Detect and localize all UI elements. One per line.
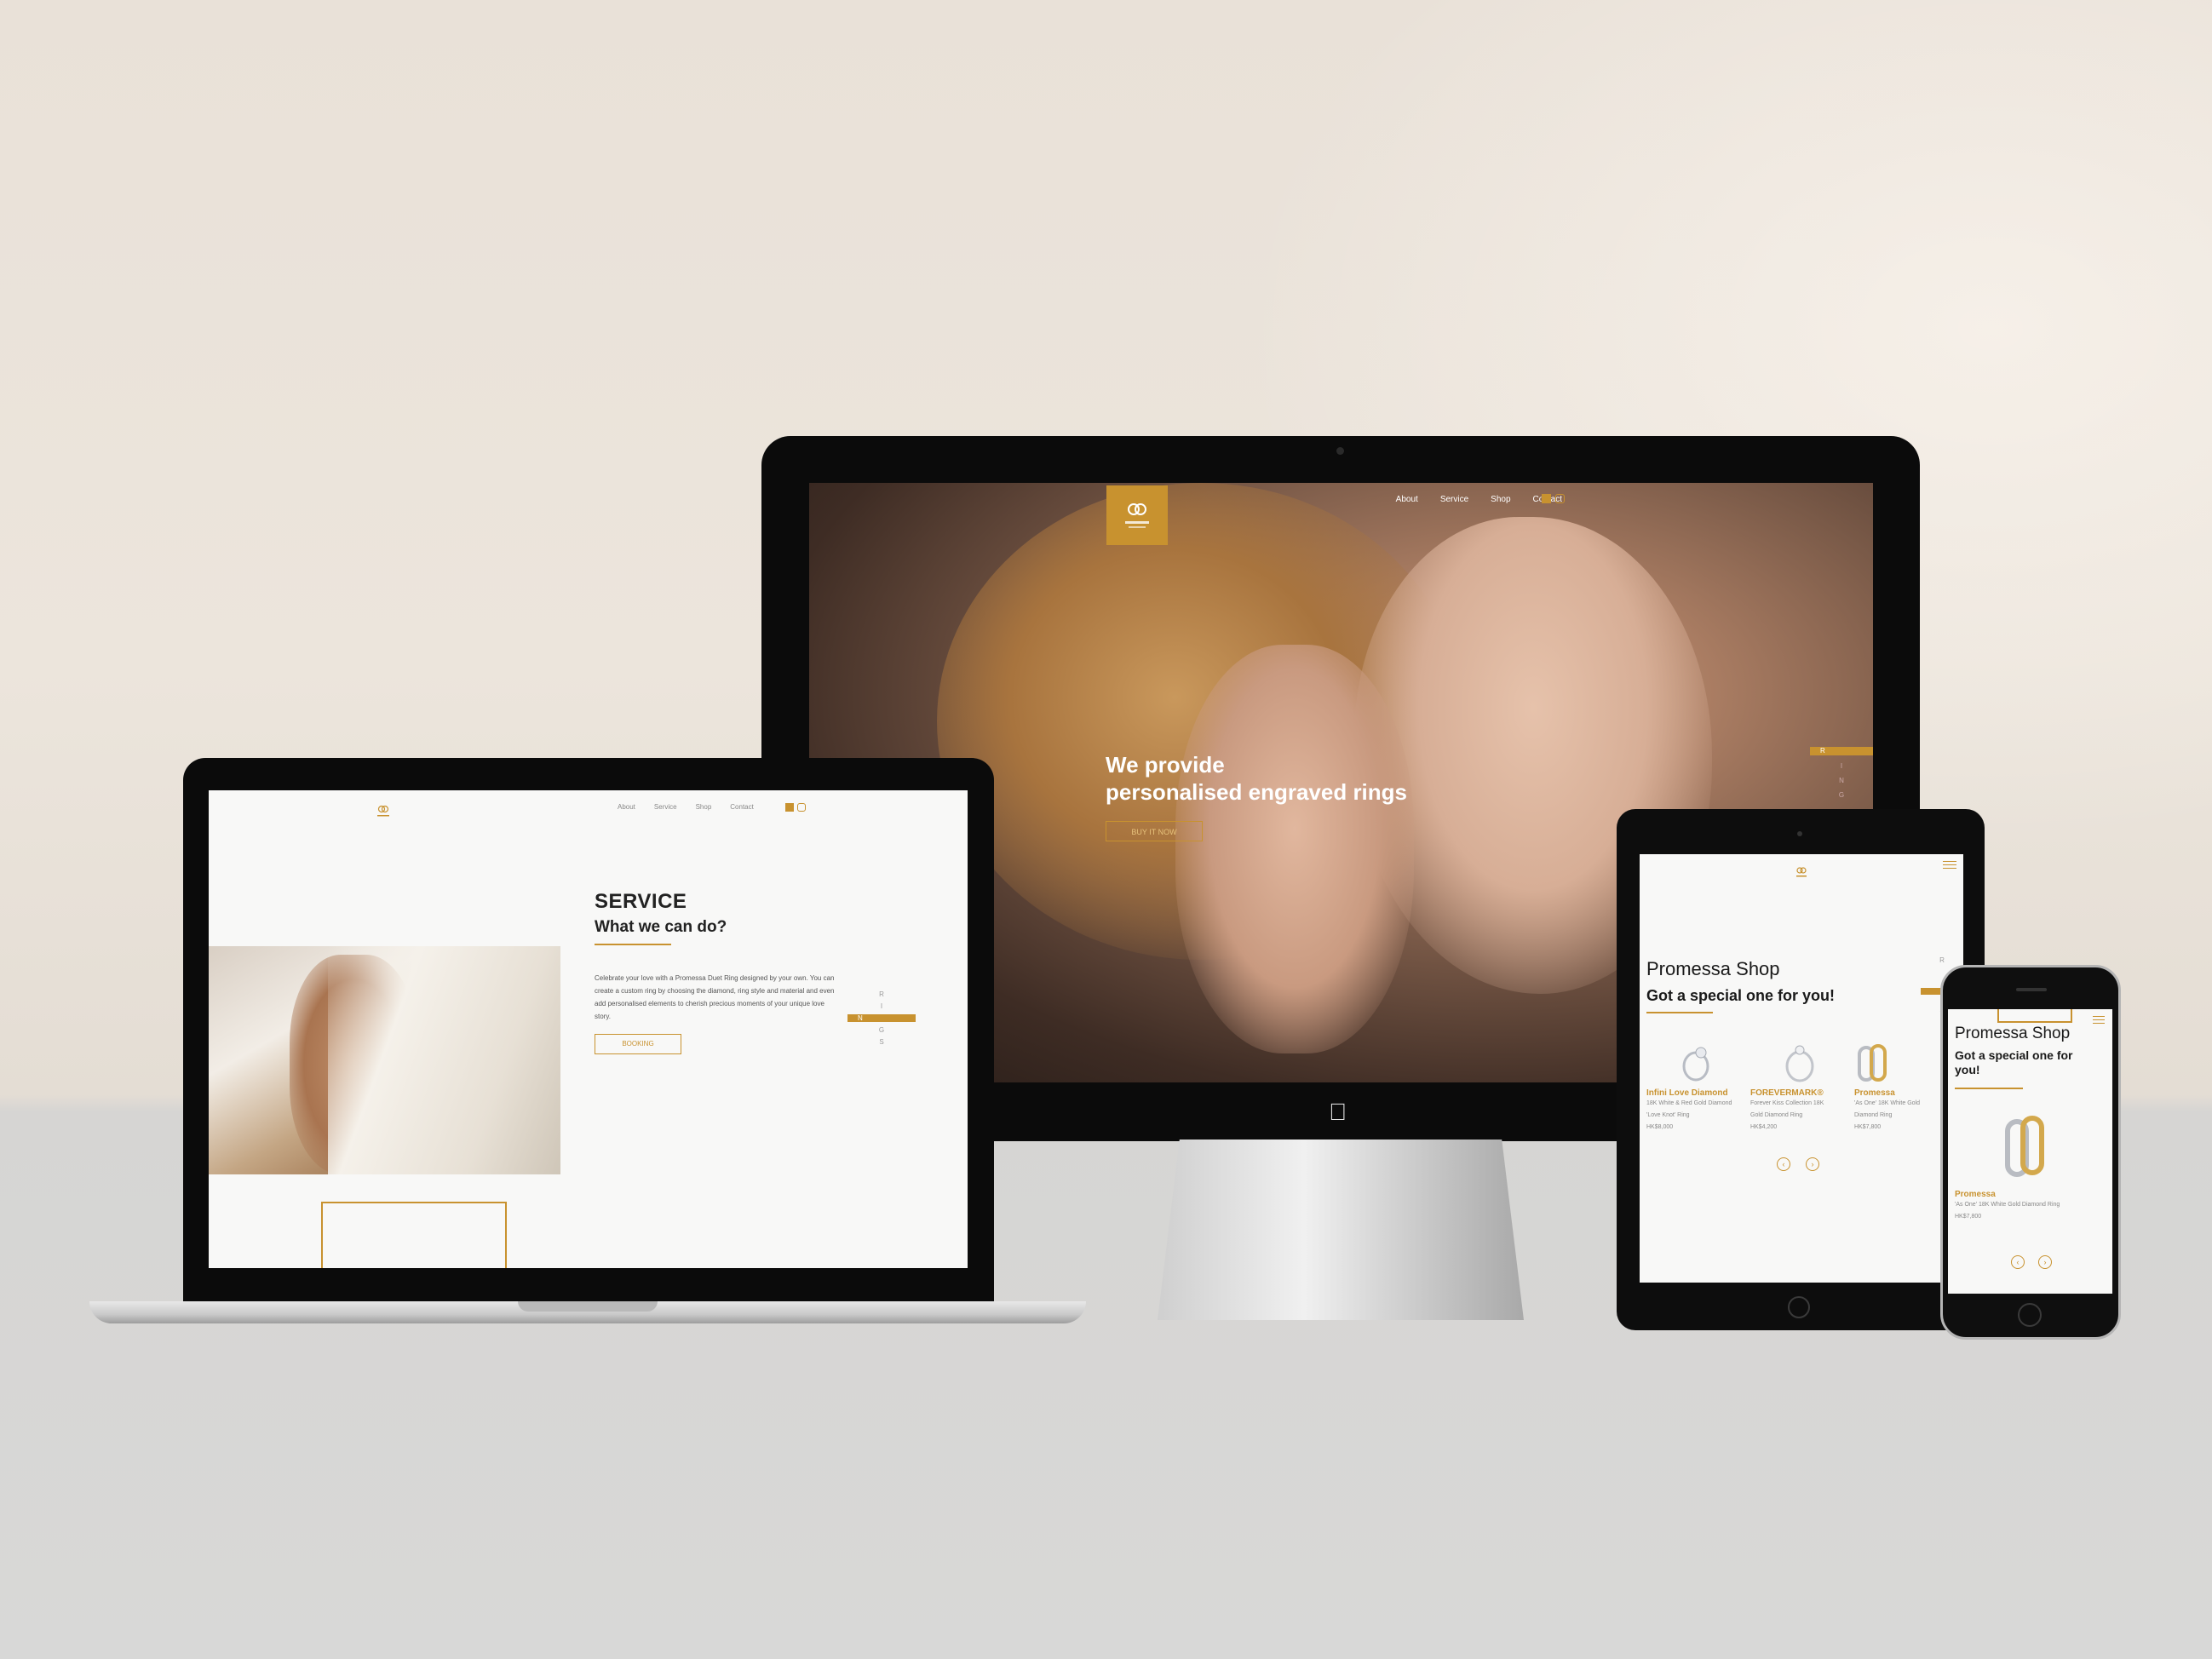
side-indicator-item[interactable]: S	[847, 1038, 916, 1046]
side-indicator-item[interactable]: G	[847, 1026, 916, 1034]
buy-it-now-button[interactable]: BUY IT NOW	[1106, 821, 1203, 841]
nav-about[interactable]: About	[1396, 495, 1418, 504]
side-indicator-item[interactable]: R	[1921, 956, 1963, 964]
instagram-icon[interactable]	[1555, 494, 1565, 503]
imac-side-indicator: R I N G	[1810, 747, 1873, 799]
nav-shop[interactable]: Shop	[696, 803, 712, 811]
ipad-home-button	[1788, 1296, 1810, 1318]
facebook-icon[interactable]	[785, 803, 794, 812]
gold-underline	[595, 944, 671, 945]
facebook-icon[interactable]	[1542, 494, 1551, 503]
product-desc: 'As One' 18K White Gold Diamond Ring	[1955, 1202, 2060, 1208]
macbook-notch	[518, 1301, 658, 1312]
side-indicator-active[interactable]: N	[847, 1014, 916, 1022]
carousel-next-arrow-icon[interactable]: ›	[1806, 1157, 1819, 1171]
product-name: Promessa	[1955, 1190, 1996, 1199]
ipad-screen: Promessa Shop Got a special one for you!…	[1640, 854, 1963, 1283]
gold-underline	[1646, 1012, 1713, 1013]
product-desc: Diamond Ring	[1854, 1112, 1893, 1118]
rings-logo-icon	[1125, 503, 1149, 528]
shop-subtitle: Got a special one for you!	[1955, 1048, 2073, 1076]
service-body-text: Celebrate your love with a Promessa Duet…	[595, 974, 835, 1020]
section-subtitle: What we can do?	[595, 918, 727, 936]
couple-rings-image	[1858, 1044, 1887, 1082]
couple-rings-image	[2005, 1116, 2044, 1177]
product-desc: 18K White & Red Gold Diamond	[1646, 1100, 1732, 1106]
logo-frame	[1997, 1009, 2072, 1023]
carousel-next-arrow-icon[interactable]: ›	[2038, 1255, 2052, 1269]
gold-underline	[1955, 1088, 2023, 1089]
side-indicator-item[interactable]: R	[847, 990, 916, 998]
ipad-camera	[1797, 831, 1802, 836]
hero-title-line2: personalised engraved rings	[1106, 779, 1408, 805]
imac-camera	[1336, 447, 1344, 455]
product-desc: Gold Diamond Ring	[1750, 1112, 1803, 1118]
macbook-side-indicator: R I N G S	[847, 990, 916, 1046]
carousel-prev-arrow-icon[interactable]: ‹	[1777, 1157, 1790, 1171]
hero-title-line1: We provide	[1106, 752, 1225, 778]
product-name: FOREVERMARK®	[1750, 1088, 1824, 1098]
shop-subtitle: Got a special one for you!	[1646, 987, 1836, 1004]
section-title: SERVICE	[595, 890, 687, 913]
next-section-frame	[321, 1202, 507, 1268]
nav-contact[interactable]: Contact	[730, 803, 754, 811]
product-price: HK$7,800	[1955, 1214, 1982, 1220]
product-name: Promessa	[1854, 1088, 1895, 1098]
side-indicator-item[interactable]: I	[847, 1002, 916, 1010]
service-photo	[209, 946, 560, 1174]
instagram-icon[interactable]	[797, 803, 806, 812]
macbook-screen: About Service Shop Contact SERVICE What …	[209, 790, 968, 1268]
rings-logo-icon	[1796, 867, 1807, 877]
macbook-nav: About Service Shop Contact	[618, 803, 754, 811]
booking-button[interactable]: BOOKING	[595, 1034, 681, 1054]
product-price: HK$4,200	[1750, 1124, 1778, 1130]
iphone-speaker	[2016, 988, 2047, 991]
shop-title: Promessa Shop	[1646, 958, 1780, 979]
product-price: HK$8,000	[1646, 1124, 1674, 1130]
product-card[interactable]: Promessa 'As One' 18K White Gold Diamond…	[1955, 1105, 2108, 1223]
side-indicator-item[interactable]: N	[1810, 777, 1873, 784]
carousel-prev-arrow-icon[interactable]: ‹	[2011, 1255, 2025, 1269]
product-price: HK$7,800	[1854, 1124, 1882, 1130]
nav-service[interactable]: Service	[654, 803, 677, 811]
nav-service[interactable]: Service	[1440, 495, 1468, 504]
side-indicator-item[interactable]: I	[1810, 762, 1873, 770]
hamburger-menu-icon[interactable]	[2093, 1016, 2105, 1024]
side-indicator-active[interactable]: R	[1810, 747, 1873, 755]
product-name: Infini Love Diamond	[1646, 1088, 1728, 1098]
brand-logo[interactable]	[1106, 485, 1168, 545]
product-card[interactable]: Promessa 'As One' 18K White Gold Diamond…	[1854, 1037, 1953, 1134]
side-indicator-item[interactable]: G	[1810, 791, 1873, 799]
iphone-home-button	[2018, 1303, 2042, 1327]
product-desc: Forever Kiss Collection 18K	[1750, 1100, 1824, 1106]
imac-nav: About Service Shop Contact	[1396, 495, 1562, 504]
product-desc: 'Love Knot' Ring	[1646, 1112, 1690, 1118]
nav-shop[interactable]: Shop	[1491, 495, 1510, 504]
nav-about[interactable]: About	[618, 803, 635, 811]
iphone-screen: Promessa Shop Got a special one for you!…	[1948, 1009, 2112, 1294]
brand-logo[interactable]	[1791, 864, 1812, 884]
diamond-ring-image	[1682, 1047, 1709, 1082]
apple-logo-icon: 	[1329, 1099, 1347, 1126]
product-card[interactable]: Infini Love Diamond 18K White & Red Gold…	[1646, 1037, 1745, 1134]
solitaire-ring-image	[1785, 1045, 1814, 1082]
brand-logo[interactable]	[372, 802, 394, 821]
imac-stand	[1158, 1139, 1524, 1320]
product-desc: 'As One' 18K White Gold	[1854, 1100, 1920, 1106]
service-photo-jacket	[328, 946, 560, 1174]
hero-title: We provide personalised engraved rings	[1106, 751, 1548, 806]
hero-photo-hand	[1175, 645, 1414, 1053]
shop-title: Promessa Shop	[1955, 1025, 2071, 1042]
hamburger-menu-icon[interactable]	[1943, 861, 1956, 869]
rings-logo-icon	[377, 805, 389, 817]
product-card[interactable]: FOREVERMARK® Forever Kiss Collection 18K…	[1750, 1037, 1849, 1134]
